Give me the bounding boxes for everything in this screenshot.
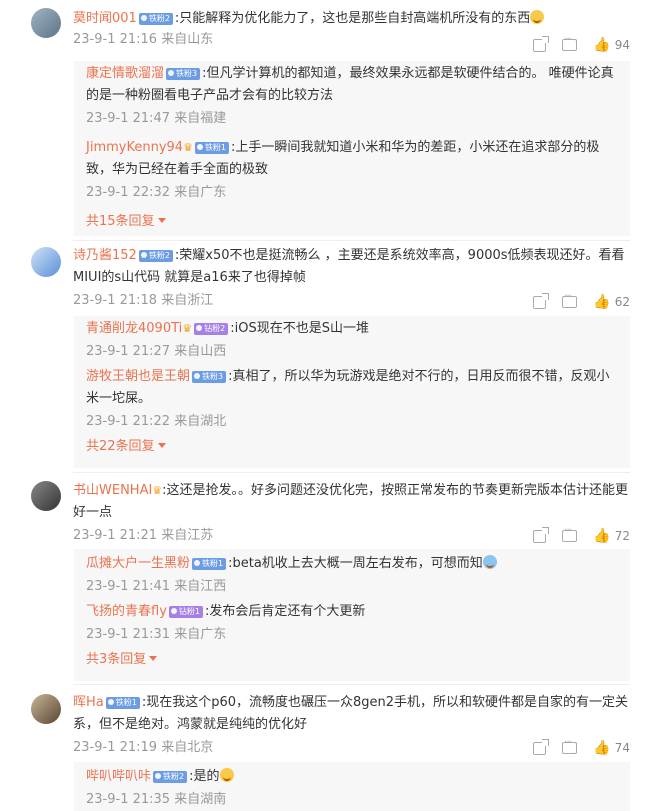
comment-actions: 👍 62	[517, 291, 630, 310]
comment-username[interactable]: 莫时闻001	[73, 11, 137, 26]
reply: 哔叭哔叭咔 铁粉2:是的 23-9-1 21:35 来自湖南	[74, 762, 630, 811]
laugh-emoji-icon	[530, 10, 545, 24]
caret-down-icon	[157, 218, 166, 223]
laugh-emoji-icon	[219, 768, 234, 782]
reply-username[interactable]: 青通削龙4090Ti	[86, 321, 182, 336]
reply: 瓜摊大户一生黑粉 铁粉1:beta机收上去大概一周左右发布，可想而知 23-9-1…	[74, 549, 630, 599]
comment-actions: 👍 94	[517, 34, 630, 53]
reply-text: :发布会后肯定还有个大更新	[204, 604, 366, 619]
comment-actions: 👍 74	[517, 737, 630, 756]
comment-feed: 莫时闻001 铁粉2:只能解释为优化能力了，这也是那些自封高端机所没有的东西 23…	[0, 0, 648, 811]
crown-icon: ♛	[152, 484, 163, 497]
reply-username[interactable]: 瓜摊大户一生黑粉	[86, 556, 190, 571]
share-icon[interactable]	[533, 35, 550, 52]
divider	[73, 472, 630, 473]
avatar[interactable]	[31, 247, 61, 277]
more-replies-link[interactable]: 共3条回复	[74, 647, 630, 671]
like-icon[interactable]: 👍	[593, 37, 610, 53]
reply-list: 青通削龙4090Ti♛ 钻粉2:iOS现在不也是S山一堆 23-9-1 21:27…	[74, 316, 630, 468]
reply: 青通削龙4090Ti♛ 钻粉2:iOS现在不也是S山一堆 23-9-1 21:27…	[74, 316, 630, 364]
reply-list: 瓜摊大户一生黑粉 铁粉1:beta机收上去大概一周左右发布，可想而知 23-9-1…	[74, 549, 630, 681]
reply-text: :iOS现在不也是S山一堆	[230, 321, 369, 336]
fan-badge: 铁粉1	[105, 697, 140, 709]
like-count: 94	[614, 38, 630, 52]
reply-list: 康定情歌溜溜 铁粉3:但凡学计算机的都知道，最终效果永远都是软硬件结合的。 唯硬件…	[74, 61, 630, 236]
reply: 飞扬的青春fly 钻粉1:发布会后肯定还有个大更新 23-9-1 21:31 来自…	[74, 599, 630, 647]
reply-icon[interactable]	[562, 737, 578, 754]
like-icon[interactable]: 👍	[593, 294, 610, 310]
reply-icon[interactable]	[562, 34, 578, 51]
reply-username[interactable]: JimmyKenny94	[86, 140, 183, 155]
like-icon[interactable]: 👍	[593, 528, 610, 544]
fan-badge: 铁粉3	[166, 68, 201, 80]
reply-meta: 23-9-1 22:32 来自广东	[86, 185, 227, 200]
reply-icon[interactable]	[562, 291, 578, 308]
reply-text: :是的	[189, 769, 220, 784]
fan-badge: 铁粉3	[192, 371, 227, 383]
fan-badge: 铁粉2	[138, 250, 173, 262]
fan-badge: 钻粉2	[194, 323, 229, 335]
reply-icon[interactable]	[562, 525, 578, 542]
fan-badge: 钻粉1	[168, 606, 203, 618]
fan-badge: 铁粉2	[138, 13, 173, 25]
reply: 游牧王朝也是王朝 铁粉3:真相了，所以华为玩游戏是绝对不行的，日用反而很不错，反观…	[74, 364, 630, 434]
comment-username[interactable]: 诗乃酱152	[73, 248, 137, 263]
like-count: 72	[614, 529, 630, 543]
comment-actions: 👍 72	[517, 525, 630, 544]
comment-username[interactable]: 晖Ha	[73, 695, 104, 710]
avatar[interactable]	[31, 694, 61, 724]
comment-text: :只能解释为优化能力了，这也是那些自封高端机所没有的东西	[174, 11, 531, 26]
avatar[interactable]	[31, 8, 61, 38]
reply-list: 哔叭哔叭咔 铁粉2:是的 23-9-1 21:35 来自湖南	[74, 762, 630, 811]
fan-badge: 铁粉1	[192, 558, 227, 570]
reply-username[interactable]: 康定情歌溜溜	[86, 66, 164, 81]
more-replies-link[interactable]: 共22条回复	[74, 434, 630, 458]
avatar[interactable]	[31, 481, 61, 511]
reply: JimmyKenny94♛ 铁粉1:上手一瞬间我就知道小米和华为的差距，小米还在追…	[74, 131, 630, 205]
share-icon[interactable]	[533, 526, 550, 543]
share-icon[interactable]	[533, 292, 550, 309]
reply: 康定情歌溜溜 铁粉3:但凡学计算机的都知道，最终效果永远都是软硬件结合的。 唯硬件…	[74, 61, 630, 131]
emoji-icon	[482, 555, 497, 569]
fan-badge: 铁粉1	[194, 142, 230, 154]
reply-username[interactable]: 飞扬的青春fly	[86, 604, 167, 619]
crown-icon: ♛	[183, 141, 193, 154]
fan-badge: 铁粉2	[153, 771, 188, 783]
reply-meta: 23-9-1 21:27 来自山西	[86, 344, 227, 359]
more-replies-link[interactable]: 共15条回复	[74, 205, 630, 233]
reply-meta: 23-9-1 21:22 来自湖北	[86, 414, 227, 429]
like-icon[interactable]: 👍	[593, 740, 610, 756]
like-count: 62	[614, 295, 630, 309]
like-count: 74	[614, 741, 630, 755]
reply-meta: 23-9-1 21:41 来自江西	[86, 579, 227, 594]
reply-meta: 23-9-1 21:35 来自湖南	[86, 792, 227, 807]
reply-meta: 23-9-1 21:31 来自广东	[86, 627, 227, 642]
caret-down-icon	[149, 656, 158, 661]
crown-icon: ♛	[182, 322, 193, 335]
divider	[73, 684, 630, 685]
comment-username[interactable]: 书山WENHAI	[73, 483, 152, 498]
caret-down-icon	[157, 443, 166, 448]
reply-username[interactable]: 哔叭哔叭咔	[86, 769, 151, 784]
reply-meta: 23-9-1 21:47 来自福建	[86, 111, 227, 126]
divider	[73, 240, 630, 241]
comment-text: :现在我这个p60，流畅度也碾压一众8gen2手机，所以和软硬件都是自家的有一定…	[73, 695, 629, 732]
share-icon[interactable]	[533, 738, 550, 755]
reply-text: :beta机收上去大概一周左右发布，可想而知	[228, 556, 483, 571]
reply-username[interactable]: 游牧王朝也是王朝	[86, 369, 190, 384]
